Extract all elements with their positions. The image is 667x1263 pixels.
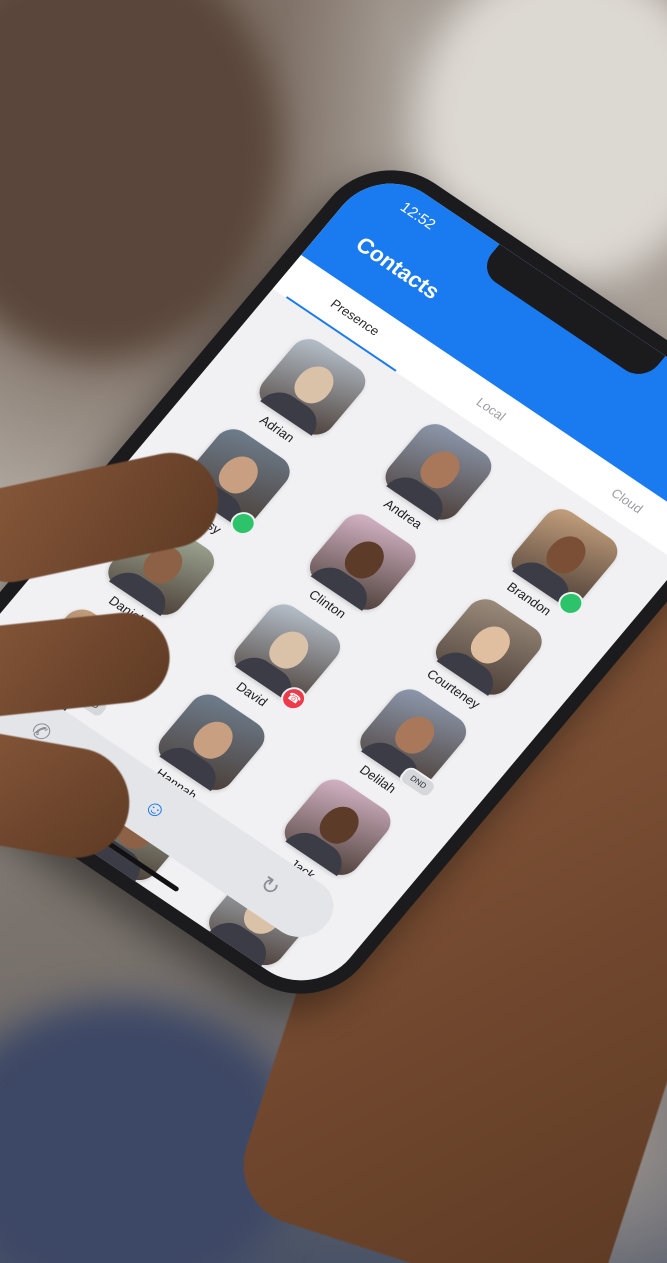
avatar-body <box>8 919 74 972</box>
contact-name: Melanie <box>1 945 49 983</box>
contact-item[interactable]: Seth <box>0 941 71 1002</box>
avatar-face <box>161 980 216 1002</box>
avatar <box>0 867 121 977</box>
page-title: Contacts <box>350 231 446 304</box>
avatar <box>125 952 247 1002</box>
background-blur <box>0 0 280 360</box>
contacts-icon[interactable]: ☺ <box>138 793 173 826</box>
avatar-face <box>0 985 14 1002</box>
avatar-face <box>35 895 90 946</box>
avatar <box>0 958 46 1002</box>
history-icon[interactable]: ↻ <box>254 871 285 901</box>
status-time: 12:52 <box>396 199 439 234</box>
photo-scene: 12:52 Contacts Presence Local Cloud Adri… <box>0 0 667 1263</box>
